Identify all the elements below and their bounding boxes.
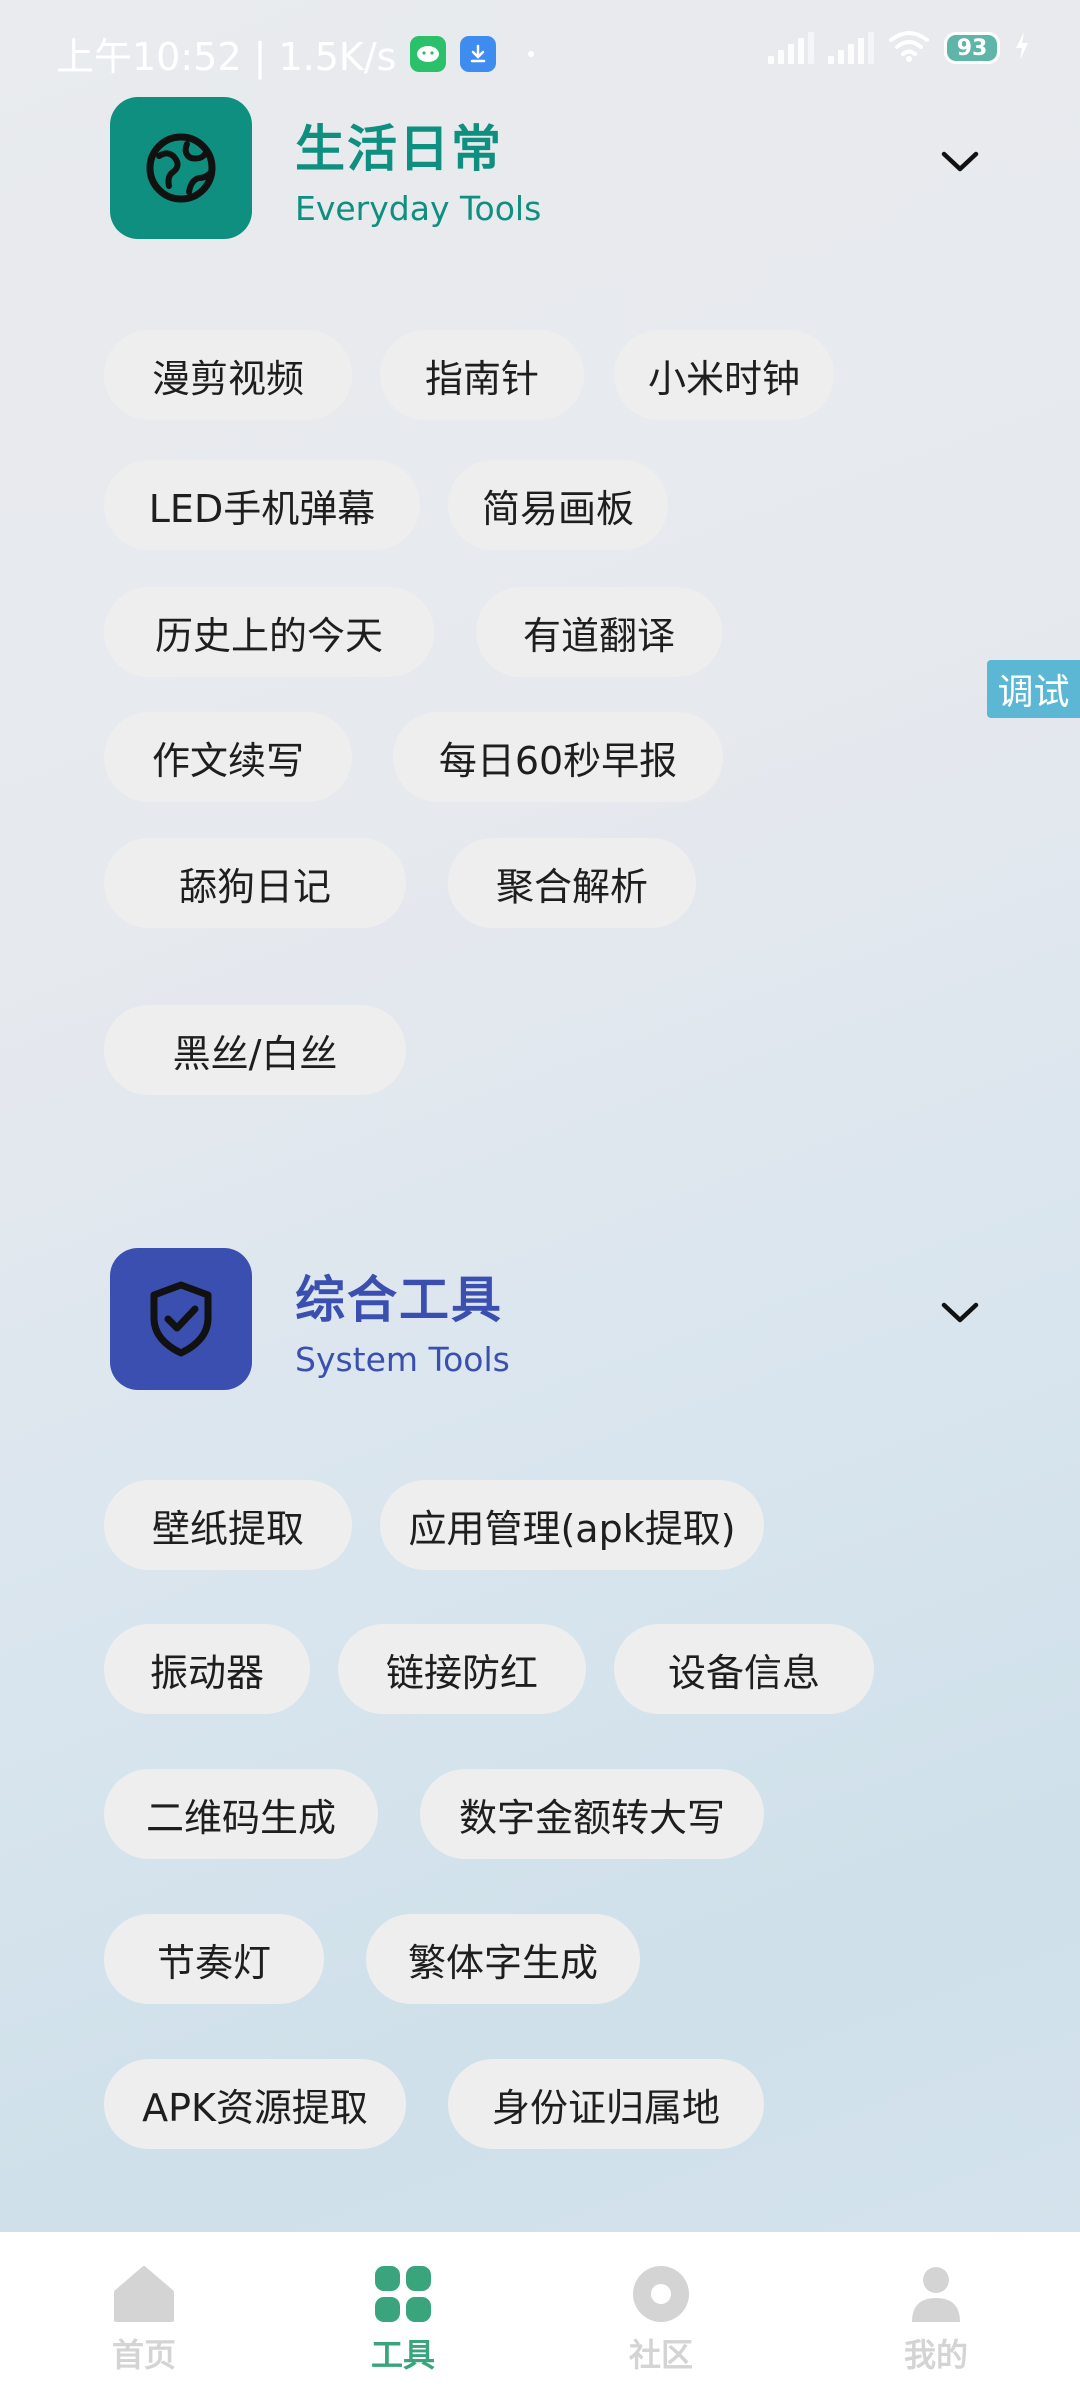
download-icon [460,35,497,72]
tool-chip[interactable]: 历史上的今天 [104,587,434,677]
tool-chip[interactable]: 漫剪视频 [104,330,352,420]
tool-chip[interactable]: LED手机弹幕 [104,460,420,550]
community-icon [631,2264,691,2328]
nav-label: 我的 [903,2336,968,2374]
tool-chip[interactable]: 数字金额转大写 [420,1769,764,1859]
tool-chip[interactable]: 每日60秒早报 [393,712,723,802]
grid-icon [373,2264,433,2328]
tool-chip[interactable]: 二维码生成 [104,1769,378,1859]
tool-chip[interactable]: 有道翻译 [476,587,722,677]
tool-chip[interactable]: 舔狗日记 [104,838,406,928]
nav-label: 首页 [111,2336,176,2374]
tool-chip[interactable]: 应用管理(apk提取) [380,1480,764,1570]
status-time-speed: 上午10:52 | 1.5K/s [56,35,397,79]
tool-chip[interactable]: 黑丝/白丝 [104,1005,406,1095]
tool-chip[interactable]: 身份证归属地 [448,2059,764,2149]
nav-profile[interactable]: 我的 [856,2264,1016,2376]
section-title: 生活日常 [295,120,503,178]
nav-label: 工具 [370,2336,435,2374]
nav-tools[interactable]: 工具 [323,2264,483,2376]
shield-check-icon [110,1248,252,1390]
nav-home[interactable]: 首页 [64,2264,224,2376]
signal-icon [828,32,874,64]
nav-label: 社区 [628,2336,693,2374]
tool-chip[interactable]: 聚合解析 [448,838,696,928]
notification-dot [528,50,535,57]
tool-chip[interactable]: 指南针 [380,330,584,420]
chevron-down-icon[interactable] [935,1288,985,1338]
tool-chip[interactable]: 简易画板 [448,460,668,550]
section-everyday-tools-header[interactable]: 生活日常 Everyday Tools [0,97,1080,247]
wifi-icon [888,30,930,66]
home-icon [112,2264,176,2328]
tool-chip[interactable]: 繁体字生成 [366,1914,640,2004]
debug-button[interactable]: 调试 [987,660,1080,718]
tool-chip[interactable]: 节奏灯 [104,1914,324,2004]
profile-icon [906,2264,966,2328]
tool-chip[interactable]: 壁纸提取 [104,1480,352,1570]
chevron-down-icon[interactable] [935,137,985,187]
tool-chip[interactable]: 振动器 [104,1624,310,1714]
charging-icon [1014,31,1030,65]
tool-chip[interactable]: 链接防红 [338,1624,586,1714]
tool-chip[interactable]: APK资源提取 [104,2059,406,2149]
section-system-tools-header[interactable]: 综合工具 System Tools [0,1248,1080,1398]
wechat-icon [410,35,447,72]
bottom-nav: 首页 工具 社区 我的 [0,2232,1080,2400]
nav-community[interactable]: 社区 [581,2264,741,2376]
status-bar: 上午10:52 | 1.5K/s 93 [0,0,1080,100]
signal-icon [768,32,814,64]
tool-chip[interactable]: 小米时钟 [614,330,834,420]
section-subtitle: Everyday Tools [295,189,542,228]
tool-chip[interactable]: 作文续写 [104,712,352,802]
globe-icon [110,97,252,239]
tool-chip[interactable]: 设备信息 [614,1624,874,1714]
section-subtitle: System Tools [295,1340,510,1379]
battery-indicator: 93 [944,32,1000,64]
section-title: 综合工具 [295,1271,503,1329]
